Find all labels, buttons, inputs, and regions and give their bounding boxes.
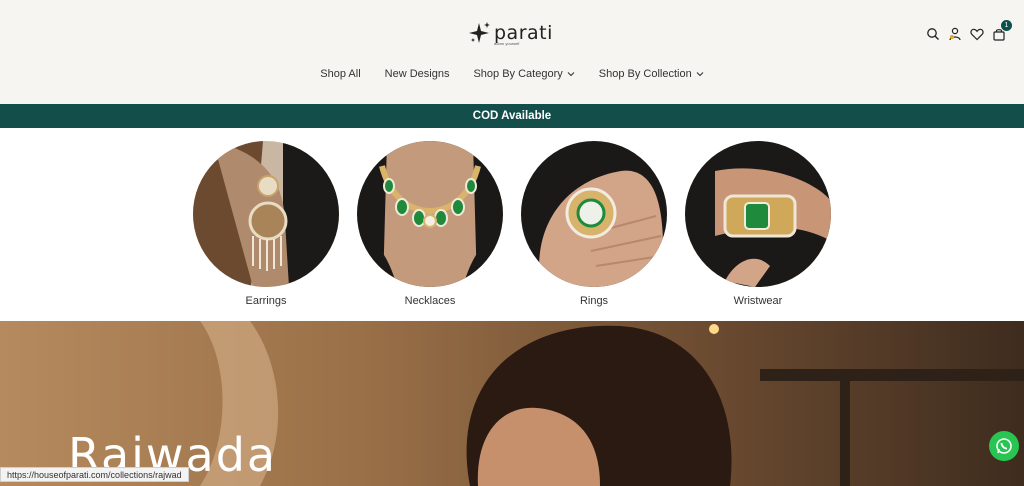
- banner-text: COD Available: [472, 110, 552, 122]
- category-image: [357, 141, 503, 287]
- search-icon[interactable]: [926, 27, 940, 41]
- nav-label: New Designs: [384, 68, 450, 80]
- category-wristwear[interactable]: Wristwear: [685, 141, 831, 307]
- category-rings[interactable]: Rings: [521, 141, 667, 307]
- category-label: Rings: [579, 295, 609, 307]
- nav-label: Shop All: [320, 68, 361, 80]
- nav-shop-by-collection[interactable]: Shop By Collection: [599, 68, 704, 80]
- category-section: Earrings Necklaces Rings Wristwear: [0, 128, 1024, 321]
- brand-name: parati: [494, 22, 553, 44]
- nav-shop-all[interactable]: Shop All: [320, 68, 360, 80]
- category-label: Necklaces: [404, 295, 456, 307]
- category-label: Earrings: [245, 295, 287, 307]
- wishlist-icon[interactable]: [970, 27, 984, 41]
- whatsapp-icon: [996, 438, 1012, 454]
- nav-label: Shop By Collection: [598, 68, 692, 80]
- brand-tagline: adorn yourself: [494, 41, 520, 46]
- nav-label: Shop By Category: [473, 68, 563, 80]
- hero-banner[interactable]: Rajwada: [0, 321, 1024, 486]
- category-earrings[interactable]: Earrings: [193, 141, 339, 307]
- category-image: [685, 141, 831, 287]
- category-image: [521, 141, 667, 287]
- cart-button[interactable]: 1: [992, 20, 1012, 41]
- category-image: [193, 141, 339, 287]
- header-icons: 1: [926, 20, 1012, 41]
- cart-count-badge: 1: [1001, 20, 1012, 31]
- main-nav: Shop All New Designs Shop By Category Sh…: [0, 68, 1024, 80]
- chevron-down-icon: [696, 72, 704, 77]
- account-icon[interactable]: [948, 27, 962, 41]
- category-label: Wristwear: [733, 295, 783, 307]
- status-bar-url: https://houseofparati.com/collections/ra…: [0, 467, 189, 482]
- nav-new-designs[interactable]: New Designs: [385, 68, 450, 80]
- chevron-down-icon: [567, 72, 575, 77]
- sparkle-logo-icon: [469, 22, 490, 43]
- nav-shop-by-category[interactable]: Shop By Category: [473, 68, 575, 80]
- site-header: parati adorn yourself Shop All New Desig…: [0, 0, 1024, 104]
- category-necklaces[interactable]: Necklaces: [357, 141, 503, 307]
- cod-banner: COD Available: [0, 104, 1024, 128]
- brand-logo[interactable]: parati adorn yourself: [468, 20, 553, 46]
- whatsapp-button[interactable]: [989, 431, 1019, 461]
